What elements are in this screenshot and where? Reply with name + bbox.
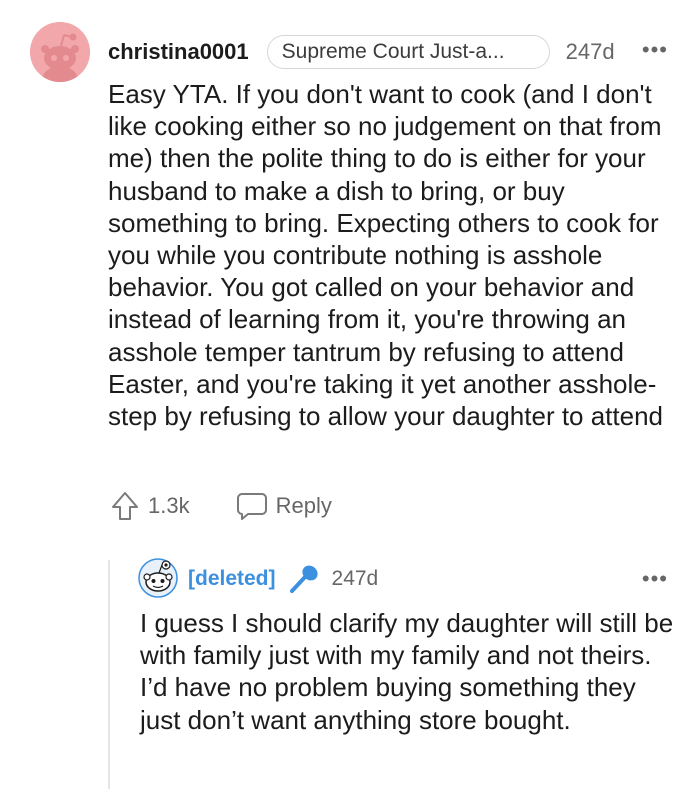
reply-more-options-button[interactable]: ••• (642, 566, 668, 592)
comment-actions: 1.3k Reply (110, 488, 332, 524)
timestamp[interactable]: 247d (566, 39, 615, 65)
reply-timestamp[interactable]: 247d (332, 567, 379, 591)
upvote-count: 1.3k (148, 493, 190, 518)
reply-body: I guess I should clarify my daughter wil… (140, 608, 674, 735)
reply-button[interactable]: Reply (236, 491, 332, 521)
reddit-avatar-icon (138, 558, 178, 598)
reply-label: Reply (275, 493, 332, 518)
reply-username[interactable]: [deleted] (188, 567, 276, 591)
reddit-avatar-icon (30, 22, 90, 82)
comment-body: Easy YTA. If you don't want to cook (and… (108, 79, 664, 432)
reply-meta: [deleted] 247d (188, 562, 378, 596)
upvote-button[interactable]: 1.3k (110, 490, 190, 522)
reply-avatar[interactable] (138, 558, 178, 598)
comment-meta: christina0001 Supreme Court Just-a... 24… (108, 33, 615, 71)
speech-bubble-icon (236, 493, 267, 520)
user-flair: Supreme Court Just-a... (266, 35, 550, 69)
upvote-arrow-icon (112, 492, 138, 520)
avatar[interactable] (30, 22, 90, 82)
username[interactable]: christina0001 (108, 39, 249, 65)
microphone-icon (289, 565, 318, 593)
more-options-button[interactable]: ••• (642, 37, 668, 63)
thread-line[interactable] (108, 560, 110, 789)
op-badge (286, 564, 322, 594)
